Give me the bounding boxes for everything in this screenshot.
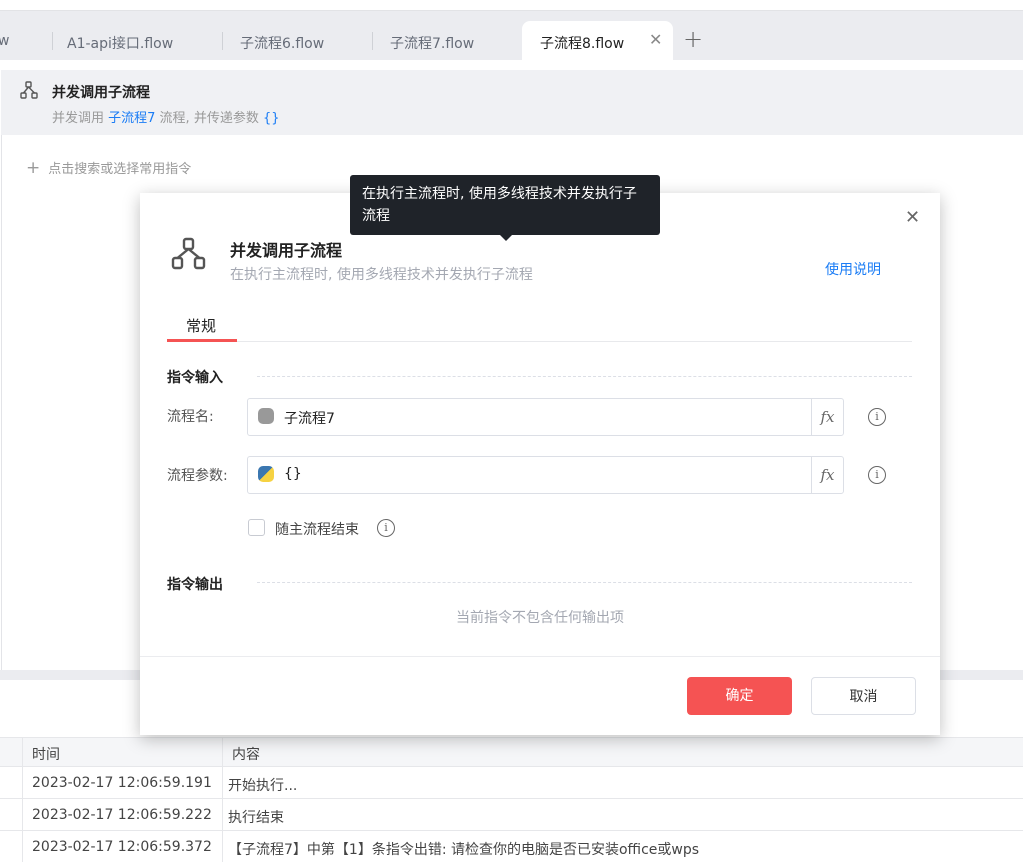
tab-subflow8[interactable]: 子流程8.flow ✕ bbox=[522, 21, 673, 61]
input-section-title: 指令输入 bbox=[167, 370, 223, 386]
column-divider bbox=[222, 737, 223, 862]
info-icon[interactable]: i bbox=[868, 466, 886, 484]
param-link[interactable]: {} bbox=[263, 111, 280, 126]
tab-a1-api[interactable]: A1-api接口.flow bbox=[67, 33, 173, 53]
flow-params-label: 流程参数: bbox=[167, 468, 228, 484]
step-description: 并发调用 子流程7 流程, 并传递参数 {} bbox=[52, 107, 280, 126]
log-row: 2023-02-17 12:06:59.191 开始执行... bbox=[0, 767, 1023, 799]
tab-divider bbox=[52, 32, 53, 50]
info-icon[interactable]: i bbox=[377, 519, 395, 537]
flow-name-label: 流程名: bbox=[167, 409, 214, 425]
checkbox-label: 随主流程结束 bbox=[275, 522, 359, 538]
tooltip: 在执行主流程时, 使用多线程技术并发执行子流程 bbox=[350, 175, 660, 241]
tab-bar: w A1-api接口.flow 子流程6.flow 子流程7.flow 子流程8… bbox=[0, 10, 1023, 61]
tab-divider bbox=[167, 341, 912, 342]
flow-name-input[interactable]: 子流程7 fx bbox=[247, 398, 844, 436]
tab-label: 子流程8.flow bbox=[540, 36, 625, 52]
end-with-main-checkbox[interactable] bbox=[248, 519, 265, 536]
tab-divider bbox=[222, 32, 223, 50]
step-title: 并发调用子流程 bbox=[52, 85, 150, 101]
plus-icon: + bbox=[26, 158, 41, 178]
empty-output-text: 当前指令不包含任何输出项 bbox=[456, 610, 624, 626]
flow-name-link[interactable]: 子流程7 bbox=[108, 111, 155, 126]
fx-button[interactable]: fx bbox=[811, 457, 843, 493]
close-tab-icon[interactable]: ✕ bbox=[649, 30, 662, 49]
flow-step[interactable]: 并发调用子流程 并发调用 子流程7 流程, 并传递参数 {} bbox=[1, 70, 1023, 135]
tab-divider bbox=[372, 32, 373, 50]
tab-general[interactable]: 常规 bbox=[186, 315, 216, 336]
section-divider bbox=[257, 582, 912, 583]
subflow-icon bbox=[171, 237, 206, 270]
flow-name-value: 子流程7 bbox=[284, 411, 335, 427]
tab-subflow6[interactable]: 子流程6.flow bbox=[240, 33, 324, 53]
log-content: 执行结束 bbox=[228, 810, 284, 826]
flow-params-input[interactable]: {} fx bbox=[247, 456, 844, 494]
python-icon bbox=[258, 466, 274, 482]
help-link[interactable]: 使用说明 bbox=[825, 259, 881, 279]
subflow-icon bbox=[20, 81, 38, 99]
cancel-button[interactable]: 取消 bbox=[811, 677, 916, 715]
tab-partial[interactable]: w bbox=[0, 33, 9, 49]
active-tab-indicator bbox=[167, 339, 237, 342]
confirm-button[interactable]: 确定 bbox=[687, 677, 792, 715]
log-header: 时间 内容 bbox=[0, 737, 1023, 767]
add-command-label: 点击搜索或选择常用指令 bbox=[48, 162, 192, 177]
log-content: 【子流程7】中第【1】条指令出错: 请检查你的电脑是否已安装office或wps bbox=[228, 842, 700, 858]
add-command-button[interactable]: + 点击搜索或选择常用指令 bbox=[26, 158, 191, 178]
log-row: 2023-02-17 12:06:59.372 【子流程7】中第【1】条指令出错:… bbox=[0, 831, 1023, 863]
column-time: 时间 bbox=[32, 747, 60, 763]
log-content: 开始执行... bbox=[228, 778, 298, 794]
desc-text: 流程, 并传递参数 bbox=[155, 111, 263, 126]
dialog-subtitle: 在执行主流程时, 使用多线程技术并发执行子流程 bbox=[230, 267, 533, 283]
python-icon bbox=[258, 408, 274, 424]
footer-divider bbox=[140, 656, 940, 657]
log-time: 2023-02-17 12:06:59.222 bbox=[32, 807, 212, 823]
close-icon[interactable]: ✕ bbox=[905, 207, 920, 228]
column-divider bbox=[22, 737, 23, 862]
desc-text: 并发调用 bbox=[52, 111, 109, 126]
log-time: 2023-02-17 12:06:59.191 bbox=[32, 775, 212, 791]
log-row: 2023-02-17 12:06:59.222 执行结束 bbox=[0, 799, 1023, 831]
output-section-title: 指令输出 bbox=[167, 577, 223, 593]
tab-subflow7[interactable]: 子流程7.flow bbox=[390, 33, 474, 53]
log-time: 2023-02-17 12:06:59.372 bbox=[32, 839, 212, 855]
add-tab-icon[interactable]: + bbox=[683, 25, 703, 53]
command-dialog: ✕ 并发调用子流程 在执行主流程时, 使用多线程技术并发执行子流程 使用说明 常… bbox=[140, 193, 940, 735]
flow-params-value: {} bbox=[284, 466, 302, 482]
info-icon[interactable]: i bbox=[868, 408, 886, 426]
column-content: 内容 bbox=[232, 747, 260, 763]
fx-button[interactable]: fx bbox=[811, 399, 843, 435]
dialog-title: 并发调用子流程 bbox=[230, 241, 343, 260]
section-divider bbox=[257, 376, 912, 377]
